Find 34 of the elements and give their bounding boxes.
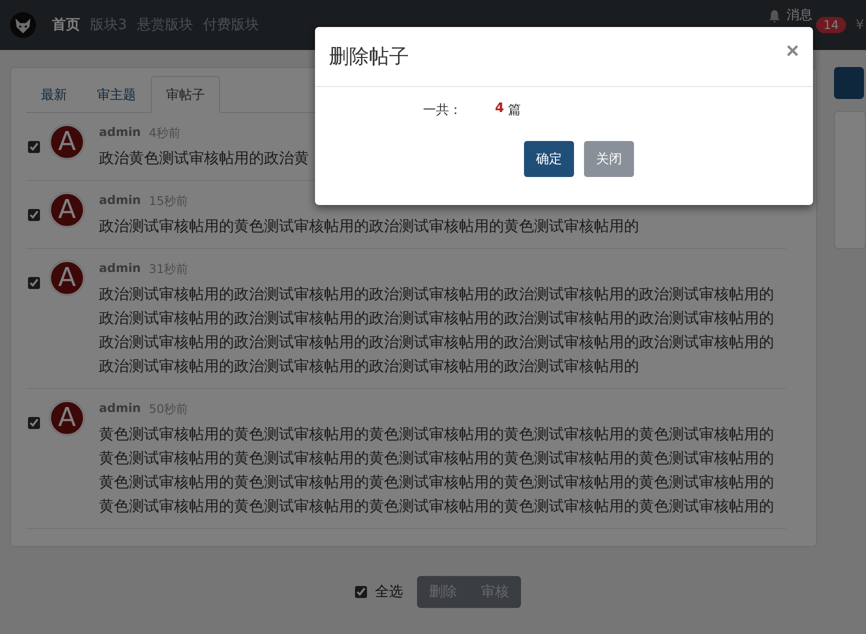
avatar: A bbox=[50, 401, 84, 435]
currency-link[interactable]: ¥ bbox=[856, 18, 864, 32]
select-all-label: 全选 bbox=[375, 583, 403, 601]
avatar: A bbox=[50, 261, 84, 295]
tab[interactable]: 审帖子 bbox=[151, 76, 220, 113]
logo-icon[interactable] bbox=[10, 12, 36, 38]
post-text: 政治测试审核帖用的政治测试审核帖用的政治测试审核帖用的政治测试审核帖用的政治测试审核帖用的政治测试审核帖用的政治测试审核帖用的政治测试审核帖用的政治测试审核帖用的政治测试审核帖用的政治测试审核帖用的政治测试审核帖用的政治测试审核帖用的政治测试审核帖用的政治测试审核帖用的政治测试审核帖用的政治测试审核帖用的政治测试审核帖用的政治测试审核帖用的 bbox=[99, 284, 775, 377]
author-name[interactable]: admin bbox=[99, 125, 141, 142]
avatar: A bbox=[50, 193, 84, 227]
total-label: 一共： bbox=[423, 102, 463, 119]
modal-title: 删除帖子 bbox=[329, 43, 409, 70]
select-all-checkbox[interactable] bbox=[355, 586, 367, 598]
post-text: 黄色测试审核帖用的黄色测试审核帖用的黄色测试审核帖用的黄色测试审核帖用的黄色测试审核帖用的黄色测试审核帖用的黄色测试审核帖用的黄色测试审核帖用的黄色测试审核帖用的黄色测试审核帖用的黄色测试审核帖用的黄色测试审核帖用的黄色测试审核帖用的黄色测试审核帖用的黄色测试审核帖用的黄色测试审核帖用的黄色测试审核帖用的黄色测试审核帖用的黄色测试审核帖用的黄色测试审核帖用的 bbox=[99, 424, 775, 517]
post-checkbox[interactable] bbox=[28, 141, 40, 153]
tab[interactable]: 审主题 bbox=[82, 76, 151, 113]
tab[interactable]: 最新 bbox=[26, 76, 82, 113]
avatar: A bbox=[50, 125, 84, 159]
bell-icon bbox=[769, 10, 780, 23]
post-text: 政治测试审核帖用的黄色测试审核帖用的政治测试审核帖用的黄色测试审核帖用的 bbox=[99, 216, 639, 237]
message-count-badge: 14 bbox=[816, 17, 846, 33]
author-name[interactable]: admin bbox=[99, 261, 141, 278]
post-text: 政治黄色测试审核帖用的政治黄 bbox=[99, 148, 309, 169]
post-checkbox[interactable] bbox=[28, 277, 40, 289]
post-checkbox[interactable] bbox=[28, 209, 40, 221]
author-name[interactable]: admin bbox=[99, 401, 141, 418]
messages-link[interactable]: 消息 bbox=[786, 8, 812, 24]
count-unit: 篇 bbox=[508, 102, 522, 119]
close-dialog-button[interactable]: 关闭 bbox=[584, 141, 634, 177]
nav-link[interactable]: 首页 bbox=[52, 16, 80, 34]
post-checkbox[interactable] bbox=[28, 417, 40, 429]
close-button[interactable]: × bbox=[784, 38, 801, 64]
post-count: 4 bbox=[495, 101, 504, 118]
author-name[interactable]: admin bbox=[99, 193, 141, 210]
confirm-button[interactable]: 确定 bbox=[524, 141, 574, 177]
